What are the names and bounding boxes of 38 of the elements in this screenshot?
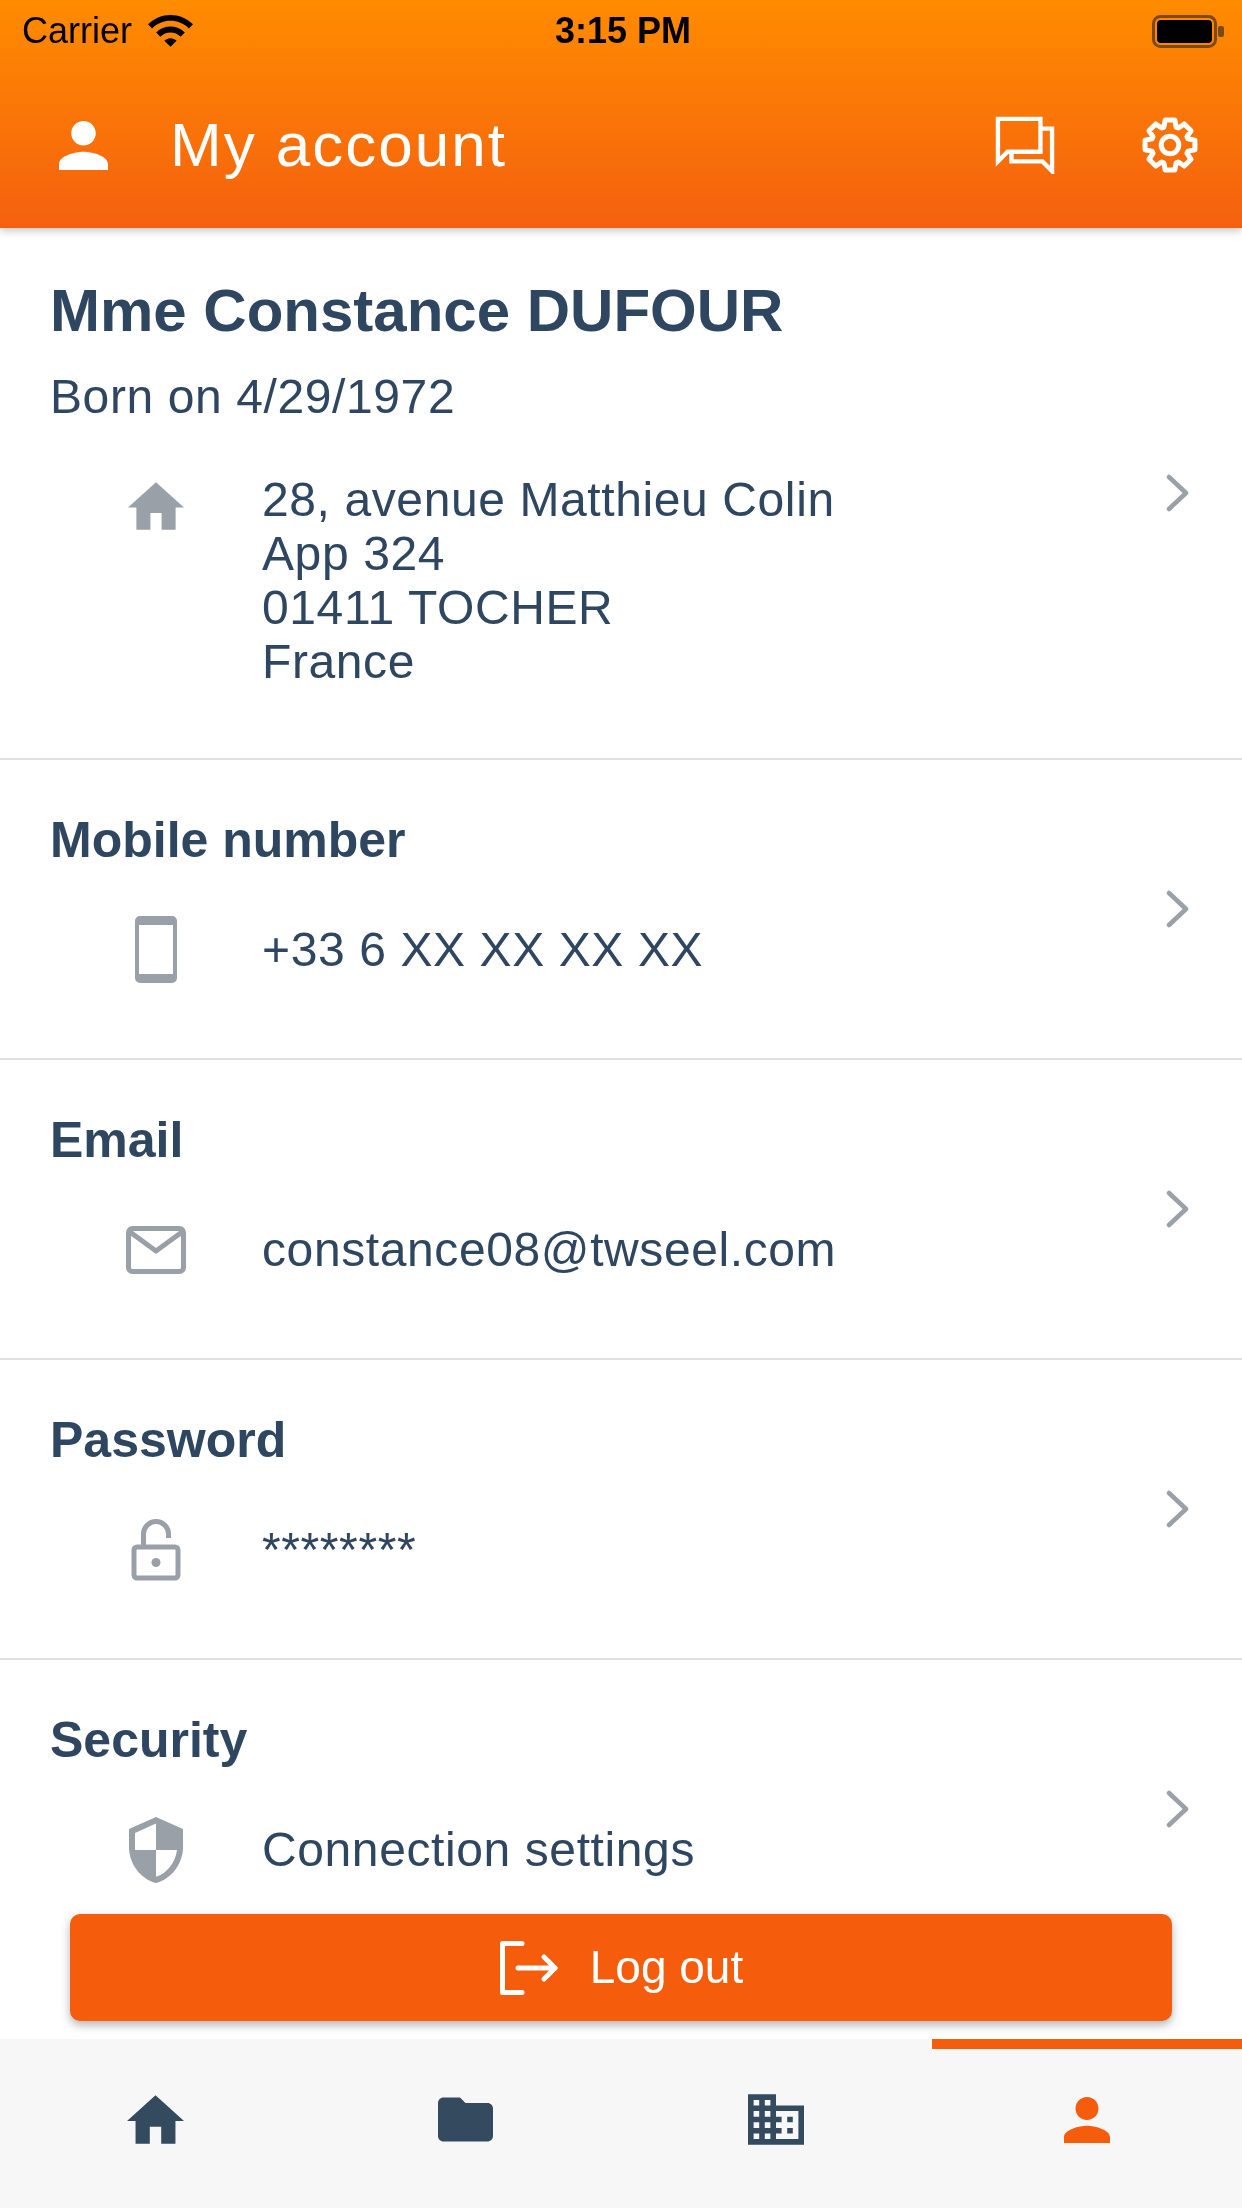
chevron-icon <box>1166 1489 1190 1528</box>
address-line: App 324 <box>262 526 447 581</box>
section-heading: Email <box>50 1110 185 1170</box>
phone-icon <box>135 916 177 984</box>
chevron-icon <box>1166 1789 1190 1828</box>
settings-text: Connection settings <box>262 1821 695 1878</box>
padlock-icon <box>131 1518 181 1581</box>
logout-button[interactable]: Log out <box>70 1914 1172 2021</box>
carrier-text: Carrier <box>22 9 132 53</box>
section-heading: Password <box>50 1410 288 1470</box>
chat-icon[interactable] <box>995 116 1055 174</box>
chevron-icon <box>1166 1189 1190 1228</box>
section-heading: Security <box>50 1710 249 1770</box>
phone-number-text: +33 6 XX XX XX XX <box>262 921 704 978</box>
settings-icon[interactable] <box>1140 115 1200 175</box>
email-text: constance08@twseel.com <box>262 1221 837 1278</box>
building-icon <box>748 2094 805 2145</box>
page-title: My account <box>170 108 508 181</box>
birth-date-text: Born on 4/29/1972 <box>50 369 457 425</box>
address-line: 01411 TOCHER <box>262 580 615 635</box>
home-icon <box>126 2095 184 2144</box>
folder-icon <box>438 2097 494 2142</box>
home-icon <box>128 481 184 530</box>
address-line: 28, avenue Matthieu Colin <box>262 472 835 527</box>
section-heading: Mobile number <box>50 810 407 870</box>
chevron-icon <box>1166 473 1190 512</box>
battery-icon <box>1152 14 1224 48</box>
mail-icon <box>126 1225 186 1274</box>
address-line: France <box>262 634 416 689</box>
time-text: 3:15 PM <box>554 9 692 53</box>
shield-icon <box>129 1816 183 1883</box>
logout-icon <box>498 1940 560 1995</box>
person-icon <box>1063 2096 1110 2143</box>
person-icon <box>59 120 108 170</box>
person-name: Mme Constance DUFOUR <box>50 276 785 346</box>
wifi-icon <box>148 15 193 47</box>
chevron-icon <box>1166 889 1190 928</box>
password-text: ******** <box>262 1521 417 1578</box>
